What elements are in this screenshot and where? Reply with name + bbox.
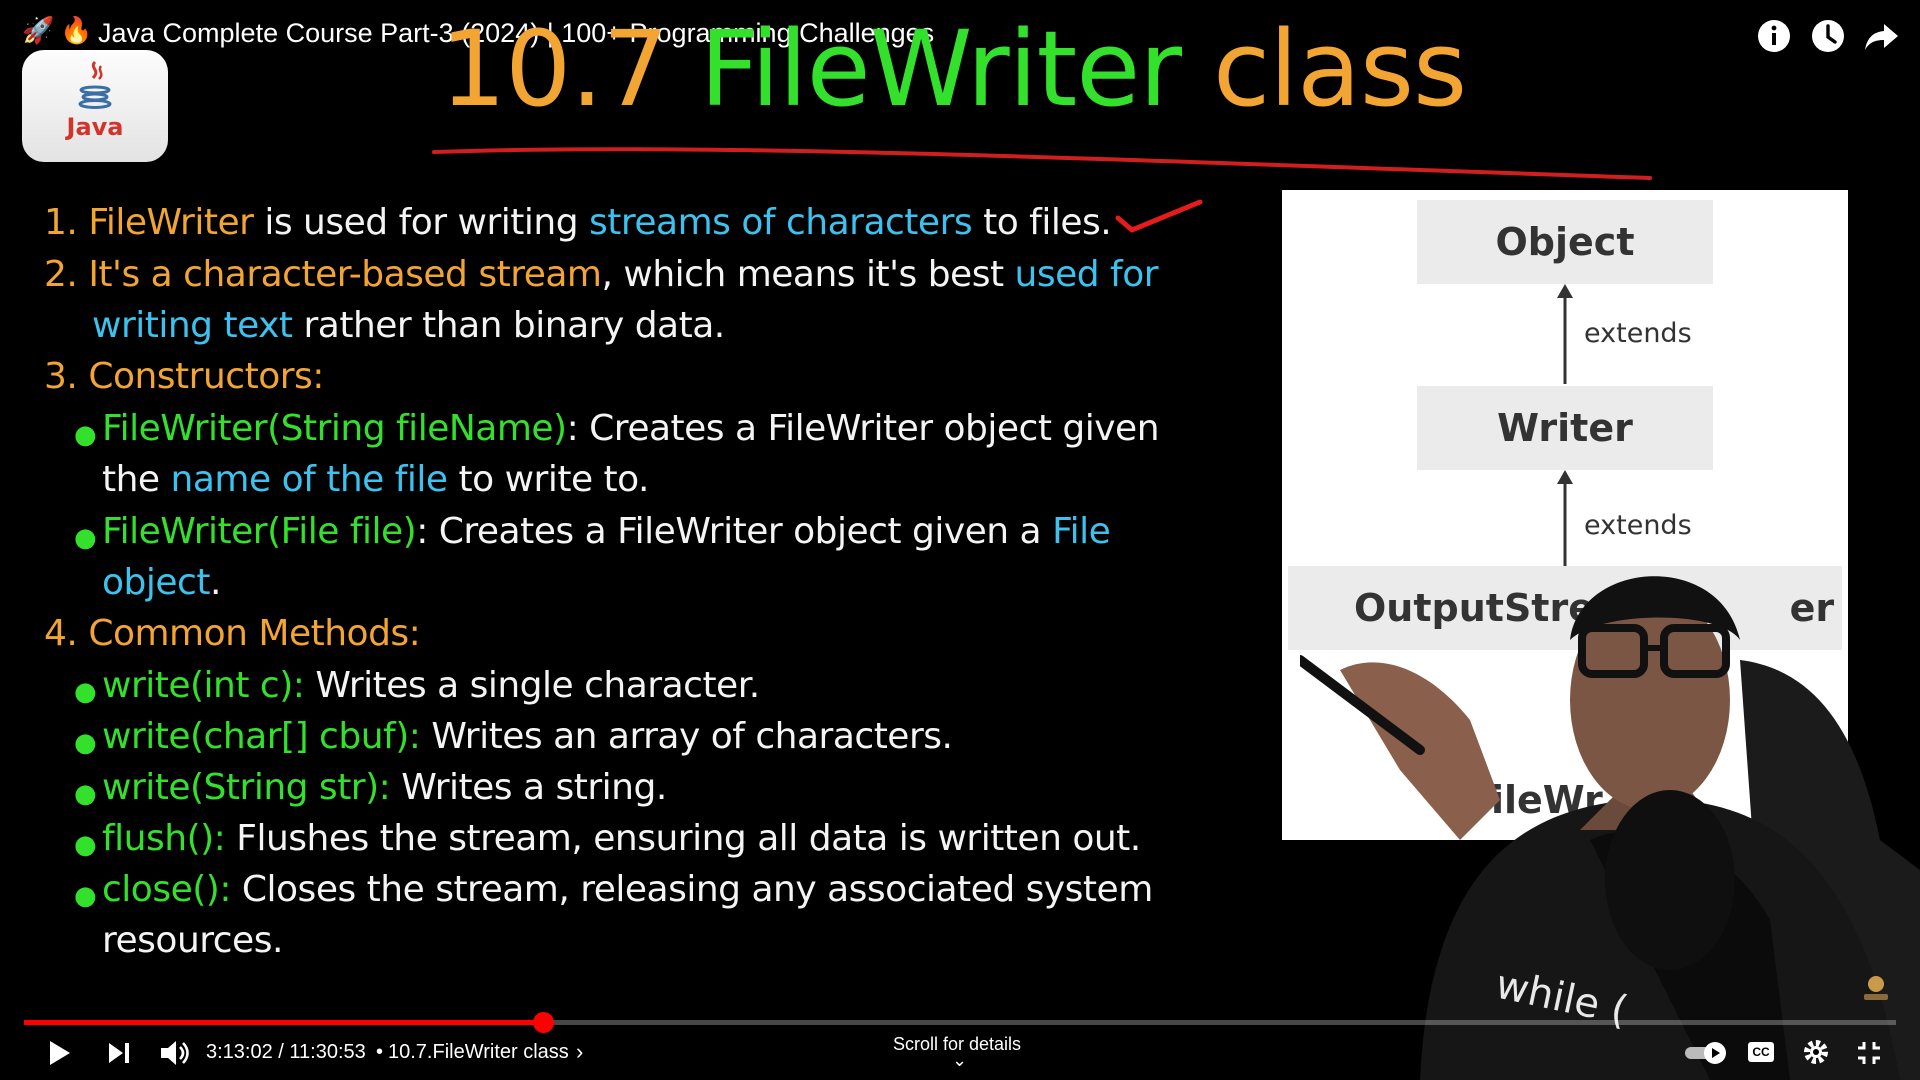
extends-label: extends: [1584, 318, 1692, 349]
bullet-icon: ●: [74, 420, 97, 450]
point-3: 3. Constructors:: [44, 356, 324, 397]
title-tail: class: [1213, 8, 1467, 130]
info-icon[interactable]: [1754, 16, 1794, 56]
time-display: 3:13:02 / 11:30:53: [206, 1041, 366, 1063]
bullet-icon: ●: [74, 779, 97, 809]
chevron-down-icon[interactable]: ⌄: [952, 1050, 967, 1071]
node-object: Object: [1417, 200, 1713, 284]
title-main: FileWriter: [699, 8, 1182, 130]
channel-logo[interactable]: Java: [22, 50, 168, 162]
channel-watermark-icon[interactable]: [1860, 974, 1892, 1004]
method-5-cont: resources.: [102, 920, 283, 961]
bullet-icon: ●: [74, 881, 97, 911]
slide-title: 10.7 FileWriter class: [440, 8, 1467, 130]
rocket-emoji: 🚀: [22, 16, 55, 46]
settings-gear-icon[interactable]: [1802, 1038, 1830, 1066]
constructor-1: FileWriter(String fileName): Creates a F…: [102, 408, 1160, 449]
java-cup-icon: [78, 60, 112, 109]
point-2-cont: writing text rather than binary data.: [92, 305, 725, 346]
title-underline: [432, 147, 1652, 180]
bullet-icon: ●: [74, 728, 97, 758]
bullet-icon: ●: [74, 830, 97, 860]
bullet-icon: ●: [74, 677, 97, 707]
separator-dot: •: [376, 1041, 384, 1063]
point-4: 4. Common Methods:: [44, 613, 421, 654]
method-4: flush(): Flushes the stream, ensuring al…: [102, 818, 1141, 859]
arrow-up-icon: [1557, 284, 1573, 384]
progress-fill: [24, 1020, 543, 1025]
node-writer: Writer: [1417, 386, 1713, 470]
red-checkmark: [1115, 199, 1203, 233]
method-5: close(): Closes the stream, releasing an…: [102, 869, 1153, 910]
watch-later-icon[interactable]: [1808, 16, 1848, 56]
extends-label: extends: [1584, 510, 1692, 541]
bullet-icon: ●: [74, 523, 97, 553]
chapter-chevron-icon[interactable]: ›: [576, 1039, 583, 1065]
play-icon[interactable]: [44, 1038, 74, 1068]
constructor-1-cont: the name of the file to write to.: [102, 459, 650, 500]
title-number: 10.7: [440, 8, 669, 130]
method-3: write(String str): Writes a string.: [102, 767, 667, 808]
constructor-2: FileWriter(File file): Creates a FileWri…: [102, 511, 1111, 552]
logo-text: Java: [66, 113, 124, 141]
method-1: write(int c): Writes a single character.: [102, 665, 760, 706]
next-icon[interactable]: [106, 1040, 132, 1066]
fire-emoji: 🔥: [60, 16, 93, 46]
constructor-2-cont: object.: [102, 562, 221, 603]
captions-icon[interactable]: CC: [1748, 1042, 1774, 1062]
point-2: 2. It's a character-based stream, which …: [44, 254, 1159, 295]
progress-scrubber[interactable]: [533, 1012, 554, 1033]
volume-icon[interactable]: [158, 1038, 190, 1068]
method-2: write(char[] cbuf): Writes an array of c…: [102, 716, 953, 757]
exit-fullscreen-icon[interactable]: [1856, 1040, 1882, 1066]
chapter-title[interactable]: 10.7.FileWriter class: [388, 1041, 569, 1064]
share-icon[interactable]: [1862, 16, 1902, 56]
point-1: 1. FileWriter is used for writing stream…: [44, 202, 1112, 243]
autoplay-toggle[interactable]: [1684, 1040, 1730, 1066]
